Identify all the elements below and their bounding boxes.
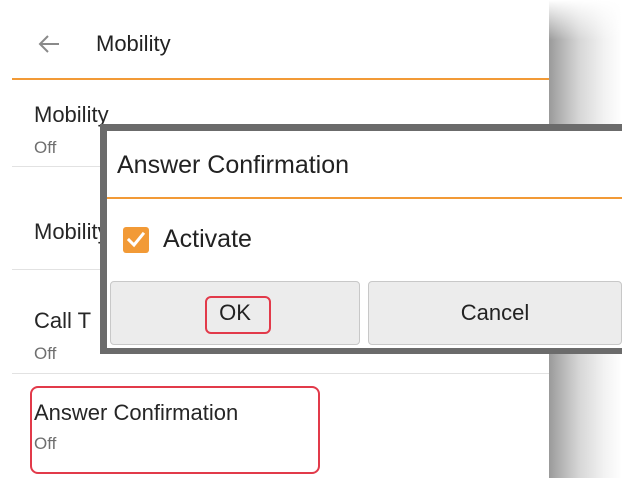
- setting-label: Mobility: [34, 102, 109, 127]
- answer-confirmation-highlight: [30, 386, 320, 474]
- checkbox-checked-icon[interactable]: [123, 226, 149, 253]
- title-bar: Mobility: [12, 10, 549, 80]
- cancel-button-label: Cancel: [460, 300, 530, 325]
- setting-value: Off: [34, 344, 57, 363]
- dialog-body: Answer Confirmation Activate OK Cancel: [107, 131, 622, 348]
- arrow-left-icon[interactable]: [38, 32, 62, 56]
- setting-value: Off: [34, 138, 57, 157]
- page-title: Mobility: [96, 31, 171, 56]
- cancel-button[interactable]: Cancel: [368, 281, 622, 345]
- dialog-title: Answer Confirmation: [117, 151, 350, 179]
- setting-label: Call T: [34, 308, 92, 333]
- activate-label: Activate: [163, 225, 252, 253]
- activate-checkbox-row[interactable]: Activate: [123, 225, 252, 254]
- dialog-divider: [107, 197, 622, 199]
- answer-confirmation-dialog: Answer Confirmation Activate OK Cancel: [100, 124, 622, 354]
- setting-label: Mobility: [34, 219, 109, 244]
- ok-highlight: [205, 296, 271, 334]
